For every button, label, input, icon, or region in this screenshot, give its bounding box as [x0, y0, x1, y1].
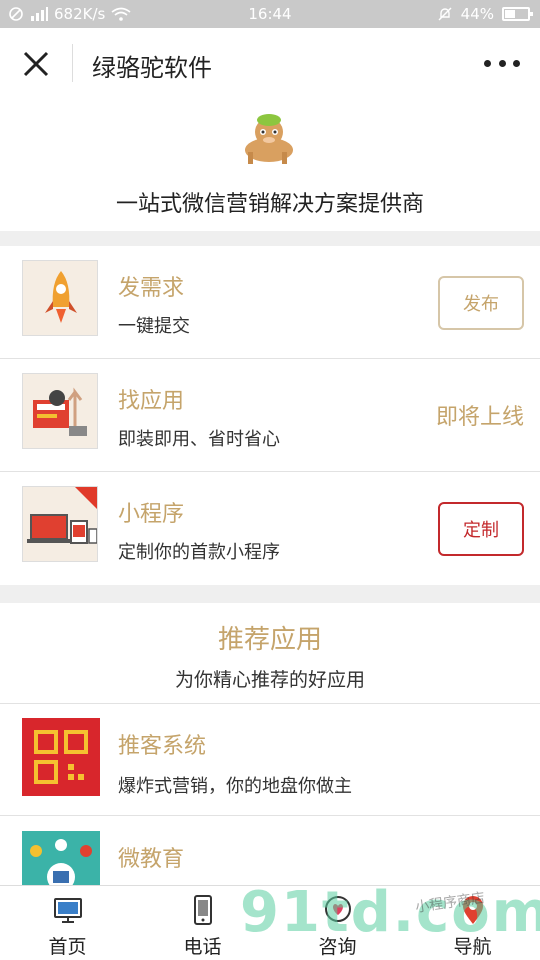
- list-item-title: 发需求: [118, 276, 185, 301]
- list-item-subtitle: 即装即用、省时省心: [118, 429, 280, 450]
- tab-home[interactable]: 首页: [0, 886, 135, 960]
- phone-icon: [193, 895, 212, 925]
- status-time: 16:44: [248, 5, 292, 23]
- status-bar: 682K/s 16:44 44%: [0, 0, 540, 28]
- page-title: 绿骆驼软件: [92, 54, 212, 82]
- list-item-publish-request[interactable]: 发需求 一键提交 发布: [0, 246, 540, 359]
- service-list: 发需求 一键提交 发布 找应用 即装即用、省时省心 即将上线 小程序 定制你的首…: [0, 246, 540, 585]
- list-item-find-app[interactable]: 找应用 即装即用、省时省心 即将上线: [0, 359, 540, 472]
- list-item-title: 找应用: [118, 389, 185, 414]
- nav-divider: [72, 44, 73, 82]
- camel-logo-icon: [245, 114, 293, 164]
- brand-header: 一站式微信营销解决方案提供商: [0, 98, 540, 231]
- list-item-title: 小程序: [118, 502, 185, 527]
- section-subtitle: 为你精心推荐的好应用: [174, 669, 365, 691]
- devices-thumbnail-icon: [22, 486, 98, 562]
- close-icon: [23, 51, 49, 77]
- watermark: 91td.com: [240, 880, 540, 945]
- more-menu-button[interactable]: [484, 50, 520, 76]
- more-dot-icon: [513, 59, 520, 67]
- publish-button[interactable]: 发布: [438, 276, 524, 330]
- nav-bar: 绿骆驼软件: [0, 28, 540, 98]
- app-analytics-thumbnail-icon: [22, 373, 98, 449]
- more-dot-icon: [498, 59, 506, 67]
- list-item-subtitle: 定制你的首款小程序: [118, 542, 280, 563]
- battery-percent: 44%: [460, 5, 494, 23]
- list-item-title: 微教育: [118, 847, 185, 872]
- monitor-icon: [53, 898, 82, 923]
- list-item-referral-system[interactable]: 推客系统 爆炸式营销，你的地盘你做主: [0, 704, 540, 816]
- coming-soon-label: 即将上线: [435, 405, 524, 430]
- mute-bell-icon: [438, 7, 452, 21]
- section-title: 推荐应用: [217, 625, 322, 655]
- list-item-mini-program[interactable]: 小程序 定制你的首款小程序 定制: [0, 472, 540, 585]
- close-button[interactable]: [18, 46, 54, 82]
- list-item-subtitle: 一键提交: [118, 316, 190, 337]
- list-item-subtitle: 爆炸式营销，你的地盘你做主: [118, 776, 352, 797]
- rocket-thumbnail-icon: [22, 260, 98, 336]
- recommend-section: 推荐应用 为你精心推荐的好应用 推客系统 爆炸式营销，你的地盘你做主 微教育: [0, 603, 540, 909]
- tab-label: 首页: [48, 936, 87, 958]
- slogan: 一站式微信营销解决方案提供商: [115, 192, 424, 217]
- customize-button[interactable]: 定制: [438, 502, 524, 556]
- qr-code-thumbnail-icon: [22, 718, 100, 796]
- battery-icon: [502, 7, 533, 21]
- list-item-title: 推客系统: [118, 734, 207, 759]
- more-dot-icon: [484, 59, 491, 67]
